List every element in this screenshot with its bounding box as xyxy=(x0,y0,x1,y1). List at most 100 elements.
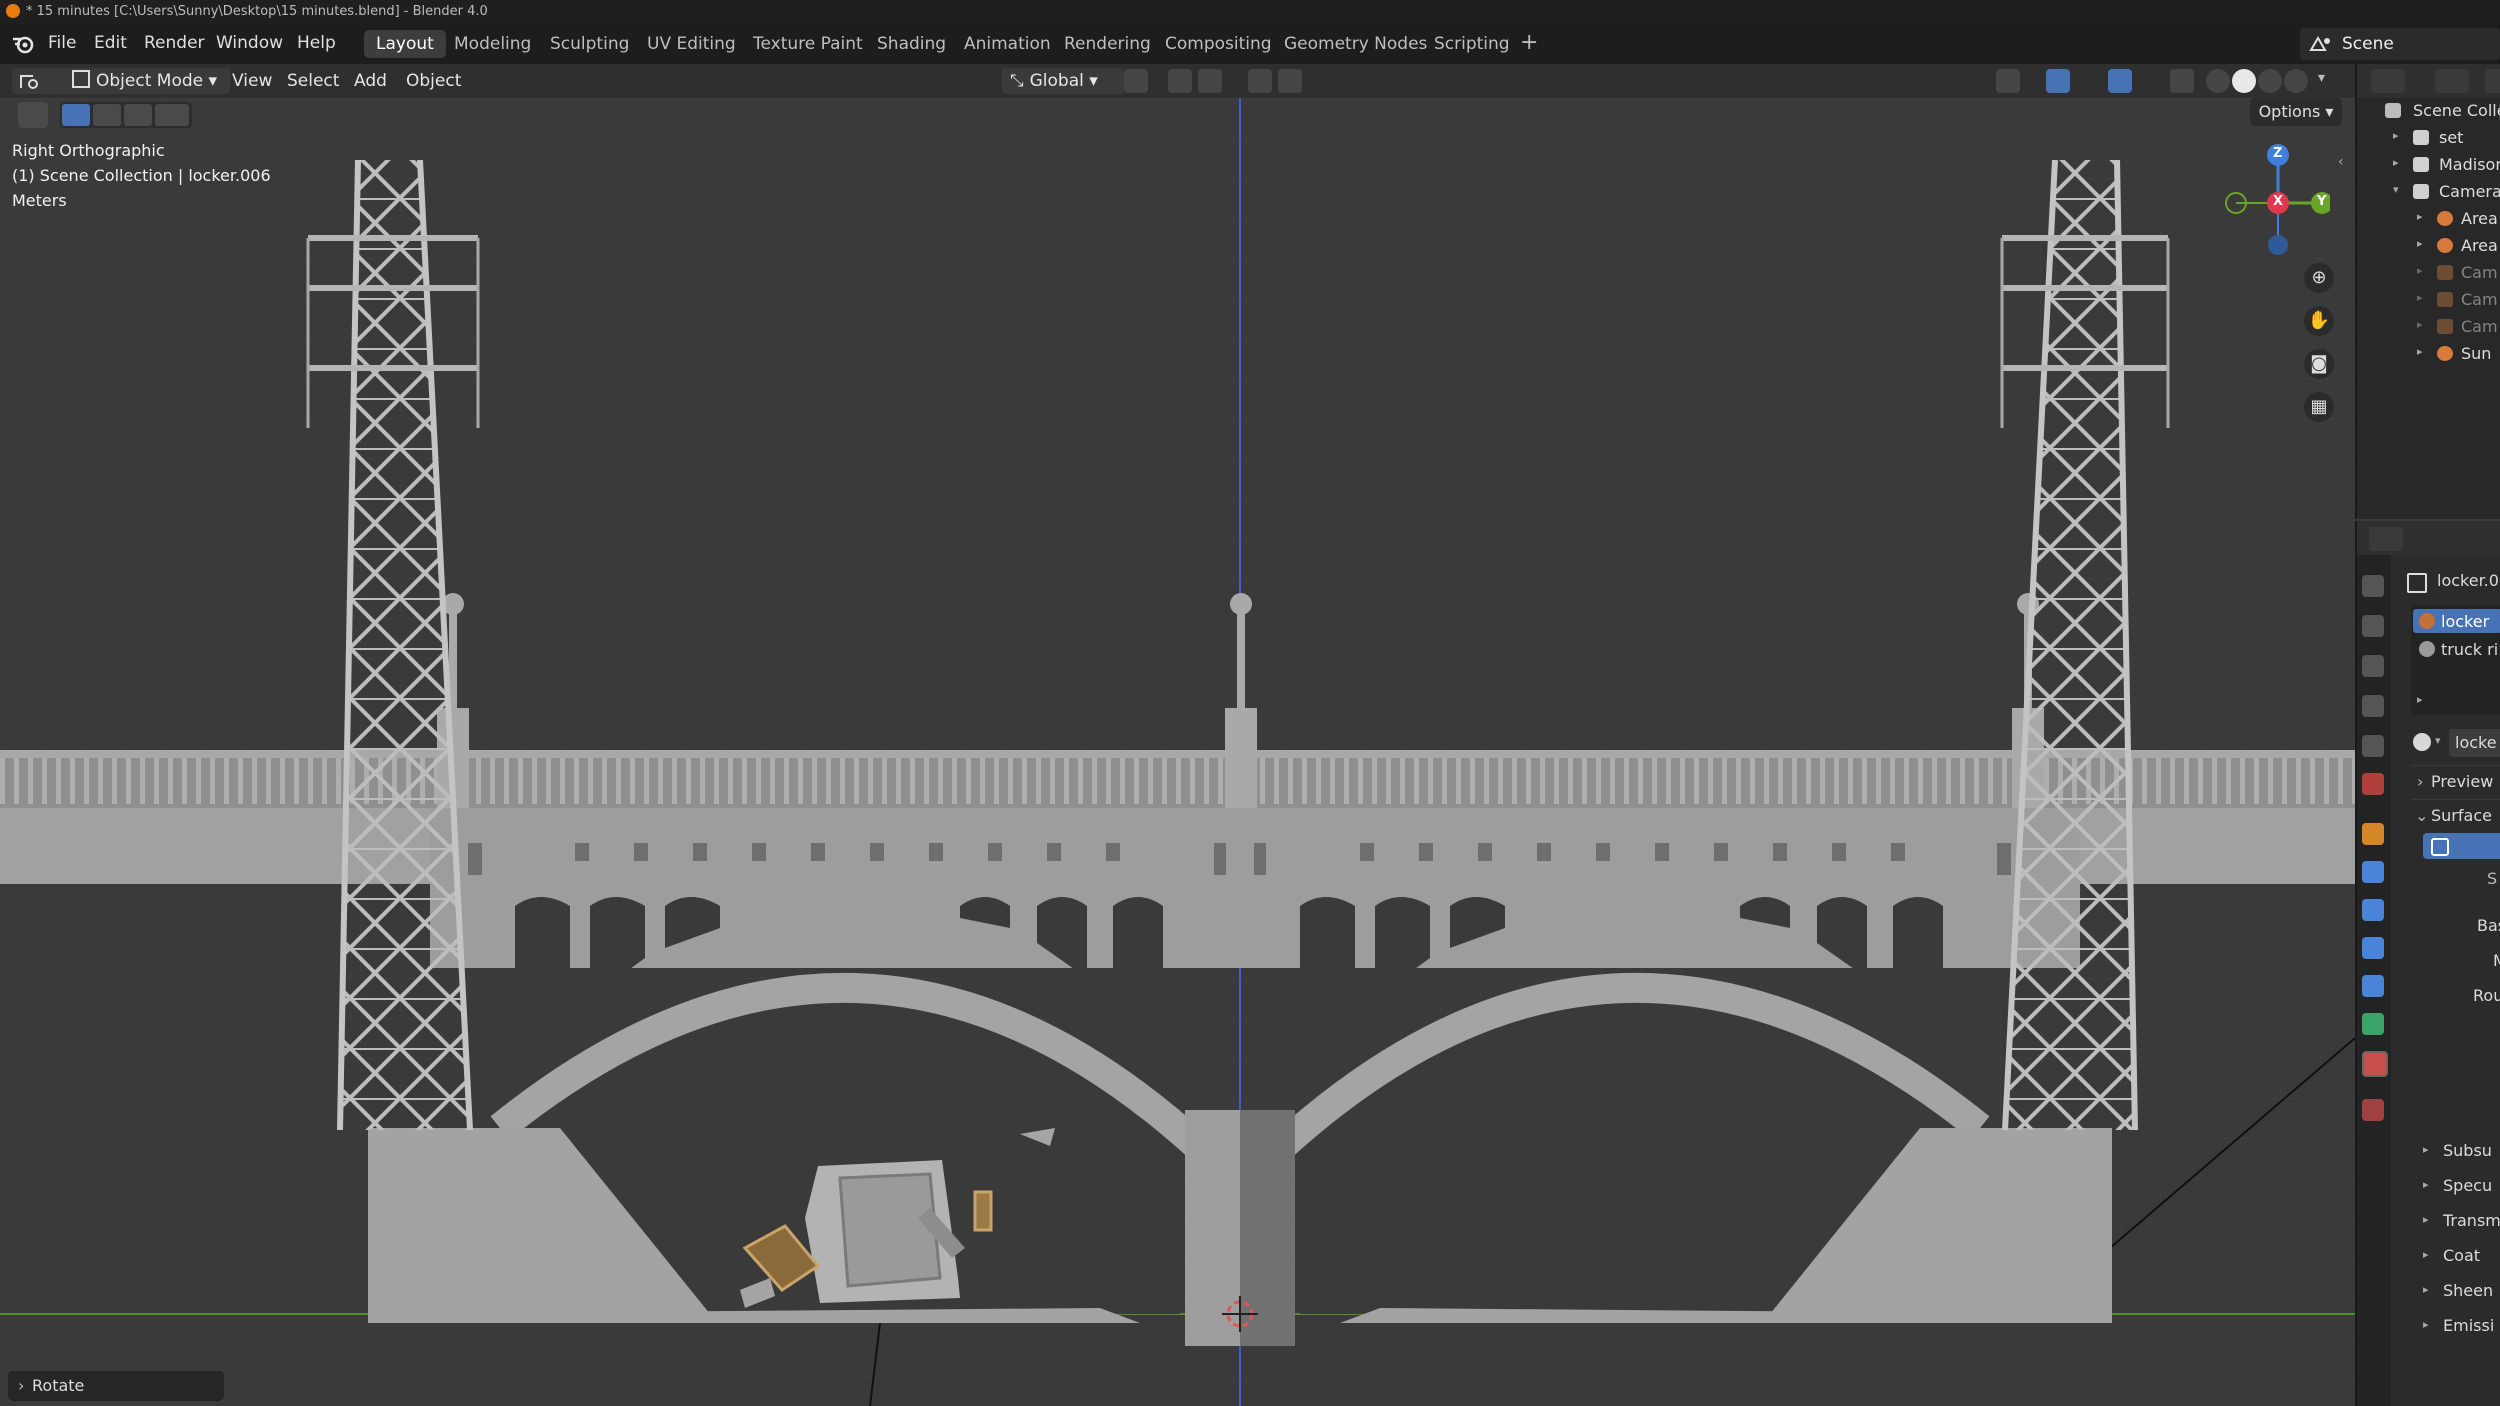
rendered-shading-icon[interactable] xyxy=(2284,69,2308,93)
material-slot-locker[interactable]: locker xyxy=(2413,609,2500,633)
pan-hand-icon[interactable]: ✋ xyxy=(2304,306,2334,336)
solid-shading-icon[interactable] xyxy=(2232,69,2256,93)
menu-edit[interactable]: Edit xyxy=(94,33,127,53)
outliner-item-area-1[interactable]: ▸ Area xyxy=(2357,206,2500,233)
tab-shading[interactable]: Shading xyxy=(865,30,958,58)
tab-modeling[interactable]: Modeling xyxy=(442,30,543,58)
pivot-point-icon[interactable] xyxy=(1124,69,1148,93)
mode-dropdown[interactable]: Object Mode ▾ xyxy=(64,68,230,94)
shading-options-icon[interactable]: ▾ xyxy=(2318,70,2325,86)
outliner-item-camera[interactable]: ▾ Camera xyxy=(2357,179,2500,206)
select-extend-icon[interactable] xyxy=(93,104,121,126)
falloff-icon[interactable] xyxy=(1278,69,1302,93)
material-selector[interactable]: ▾ locke xyxy=(2411,727,2500,759)
expand-arrow-icon[interactable]: ▸ xyxy=(2417,291,2423,304)
filter-icon[interactable] xyxy=(2485,69,2500,93)
material-slot-truck[interactable]: truck ri xyxy=(2413,637,2500,661)
expand-arrow-icon[interactable]: ▸ xyxy=(2417,210,2423,223)
material-tab-icon[interactable] xyxy=(2362,1051,2388,1077)
menu-object[interactable]: Object xyxy=(406,68,461,94)
proportional-edit-icon[interactable] xyxy=(1248,69,1272,93)
xray-icon[interactable] xyxy=(2170,69,2194,93)
menu-file[interactable]: File xyxy=(48,33,76,53)
view-layer-tab-icon[interactable] xyxy=(2362,695,2384,717)
material-browse-icon[interactable] xyxy=(2413,733,2431,751)
render-tab-icon[interactable] xyxy=(2362,615,2384,637)
tab-uv-editing[interactable]: UV Editing xyxy=(635,30,748,58)
subpanel-sheen[interactable]: ▸ Sheen xyxy=(2411,1276,2500,1306)
tab-texture-paint[interactable]: Texture Paint xyxy=(741,30,875,58)
scene-tab-icon[interactable] xyxy=(2362,735,2384,757)
selection-mode-group[interactable] xyxy=(60,102,192,128)
options-dropdown[interactable]: Options ▾ xyxy=(2250,98,2342,126)
tab-sculpting[interactable]: Sculpting xyxy=(538,30,641,58)
camera-view-icon[interactable]: ◙ xyxy=(2304,349,2334,379)
editor-type-button[interactable] xyxy=(12,68,68,94)
blender-menu-icon[interactable] xyxy=(12,34,34,54)
zoom-icon[interactable]: ⊕ xyxy=(2304,263,2334,293)
snap-icon[interactable] xyxy=(1168,69,1192,93)
particles-tab-icon[interactable] xyxy=(2362,899,2384,921)
display-mode-icon[interactable] xyxy=(2435,69,2469,93)
wireframe-shading-icon[interactable] xyxy=(2206,69,2230,93)
scene-selector[interactable]: Scene xyxy=(2300,28,2500,60)
tab-animation[interactable]: Animation xyxy=(952,30,1063,58)
texture-tab-icon[interactable] xyxy=(2362,1099,2384,1121)
menu-view[interactable]: View xyxy=(232,68,272,94)
expand-arrow-icon[interactable]: ▸ xyxy=(2417,237,2423,250)
outliner-item-cam-3[interactable]: ▸ Cam xyxy=(2357,314,2500,341)
world-tab-icon[interactable] xyxy=(2362,773,2384,795)
outliner-item-set[interactable]: ▸ set xyxy=(2357,125,2500,152)
subpanel-emission[interactable]: ▸ Emissi xyxy=(2411,1311,2500,1341)
select-new-icon[interactable] xyxy=(62,104,90,126)
navigation-gizmo[interactable] xyxy=(2210,143,2330,273)
menu-window[interactable]: Window xyxy=(216,33,283,53)
overlay-toggle-icon[interactable] xyxy=(2108,69,2132,93)
properties-editor-type-icon[interactable] xyxy=(2369,527,2403,551)
surface-shader-button[interactable] xyxy=(2423,833,2500,859)
object-tab-icon[interactable] xyxy=(2362,823,2384,845)
surface-panel[interactable]: ⌄ Surface xyxy=(2411,799,2500,830)
outliner-item-cam-1[interactable]: ▸ Cam xyxy=(2357,260,2500,287)
outliner-root[interactable]: Scene Colle xyxy=(2357,98,2500,125)
tab-scripting[interactable]: Scripting xyxy=(1422,30,1522,58)
constraints-tab-icon[interactable] xyxy=(2362,975,2384,997)
3d-viewport[interactable]: Right Orthographic (1) Scene Collection … xyxy=(0,98,2355,1406)
expand-arrow-icon[interactable]: ▾ xyxy=(2393,183,2399,196)
expand-arrow-icon[interactable]: ▸ xyxy=(2417,264,2423,277)
output-tab-icon[interactable] xyxy=(2362,655,2384,677)
ortho-toggle-icon[interactable]: ▦ xyxy=(2304,392,2334,422)
add-workspace-icon[interactable]: + xyxy=(1520,30,1538,55)
select-subtract-icon[interactable] xyxy=(124,104,152,126)
subpanel-specular[interactable]: ▸ Specu xyxy=(2411,1171,2500,1201)
transform-orientation-dropdown[interactable]: ⤡ Global ▾ xyxy=(1002,68,1124,94)
select-tool-icon[interactable] xyxy=(18,102,48,128)
last-operator-panel[interactable]: › Rotate xyxy=(8,1371,224,1401)
menu-render[interactable]: Render xyxy=(144,33,205,53)
list-expand-icon[interactable]: ▸ xyxy=(2417,693,2423,706)
sidebar-toggle-icon[interactable]: ‹ xyxy=(2338,154,2344,170)
expand-arrow-icon[interactable]: ▸ xyxy=(2393,156,2399,169)
select-invert-icon[interactable] xyxy=(155,104,189,126)
tab-layout[interactable]: Layout xyxy=(364,30,446,58)
outliner-item-madison[interactable]: ▸ Madison xyxy=(2357,152,2500,179)
snap-target-icon[interactable] xyxy=(1198,69,1222,93)
material-shading-icon[interactable] xyxy=(2258,69,2282,93)
outliner-editor-type-icon[interactable] xyxy=(2371,69,2405,93)
expand-arrow-icon[interactable]: ▸ xyxy=(2417,318,2423,331)
tab-rendering[interactable]: Rendering xyxy=(1052,30,1163,58)
modifier-tab-icon[interactable] xyxy=(2362,861,2384,883)
subpanel-transmission[interactable]: ▸ Transm xyxy=(2411,1206,2500,1236)
data-tab-icon[interactable] xyxy=(2362,1013,2384,1035)
expand-arrow-icon[interactable]: ▸ xyxy=(2393,129,2399,142)
outliner-item-sun[interactable]: ▸ Sun xyxy=(2357,341,2500,368)
menu-add[interactable]: Add xyxy=(354,68,387,94)
gizmo-toggle-icon[interactable] xyxy=(2046,69,2070,93)
tool-tab-icon[interactable] xyxy=(2362,575,2384,597)
expand-arrow-icon[interactable]: ▸ xyxy=(2417,345,2423,358)
subpanel-coat[interactable]: ▸ Coat xyxy=(2411,1241,2500,1271)
visibility-icon[interactable] xyxy=(1996,69,2020,93)
subpanel-subsurface[interactable]: ▸ Subsu xyxy=(2411,1136,2500,1166)
tab-compositing[interactable]: Compositing xyxy=(1153,30,1284,58)
outliner-item-area-2[interactable]: ▸ Area xyxy=(2357,233,2500,260)
